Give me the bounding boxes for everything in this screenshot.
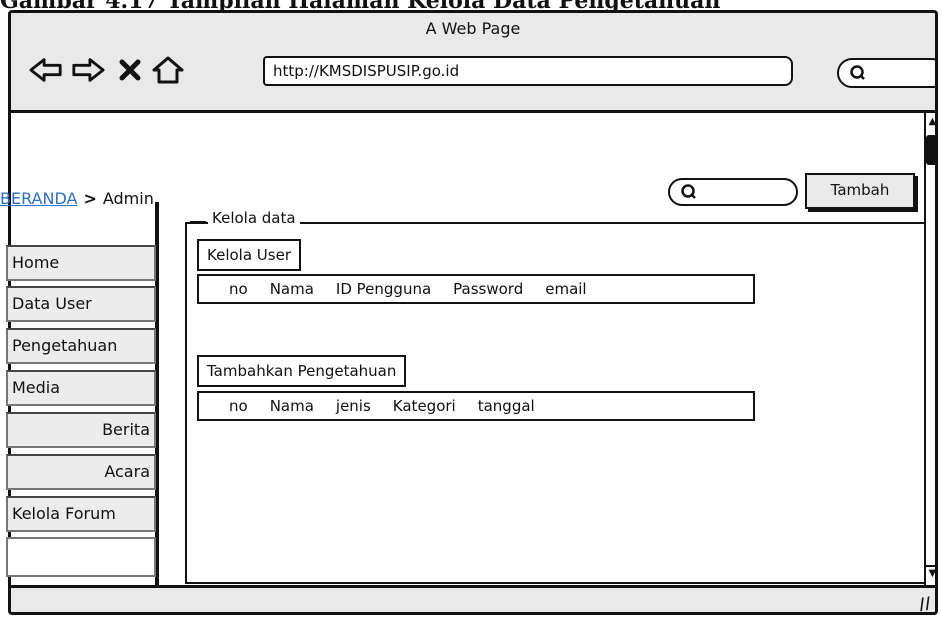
home-icon[interactable] (151, 53, 185, 87)
chevron-right-icon: > (83, 189, 97, 208)
group-title-kelola-user: Kelola User (197, 239, 301, 271)
browser-search-input[interactable] (837, 58, 935, 88)
sidebar-item-kelola-forum[interactable]: Kelola Forum (6, 496, 156, 532)
column-header: tanggal (477, 397, 535, 415)
resize-grip-icon[interactable]: // (918, 593, 933, 612)
pengetahuan-table-header: no Nama jenis Kategori tanggal (197, 391, 755, 421)
url-input[interactable]: http://KMSDISPUSIP.go.id (263, 56, 793, 86)
sidebar-item-pengetahuan[interactable]: Pengetahuan (6, 328, 156, 364)
column-header: no (229, 280, 248, 298)
breadcrumb-current: Admin (102, 189, 154, 208)
forward-arrow-icon[interactable] (71, 53, 105, 87)
sidebar-item-berita[interactable]: Berita (6, 412, 156, 448)
column-header: Password (453, 280, 524, 298)
search-icon (681, 184, 696, 199)
close-icon[interactable] (113, 53, 147, 87)
panel-legend: Kelola data (208, 209, 300, 227)
sidebar-empty-slot (6, 537, 156, 577)
sidebar-item-acara[interactable]: Acara (6, 454, 156, 490)
column-header: Nama (269, 280, 314, 298)
sidebar-item-home[interactable]: Home (6, 245, 156, 281)
scroll-down-icon[interactable]: ▼ (926, 565, 935, 581)
browser-titlebar: A Web Page http://KMSDISPUSIP.go.id (11, 13, 935, 113)
page-title: A Web Page (425, 19, 521, 38)
sidebar-item-data-user[interactable]: Data User (6, 286, 156, 322)
back-arrow-icon[interactable] (29, 53, 63, 87)
add-button[interactable]: Tambah (805, 173, 915, 209)
column-header: ID Pengguna (335, 280, 432, 298)
search-icon (850, 65, 865, 80)
breadcrumb: BERANDA > Admin (0, 189, 154, 208)
breadcrumb-home-link[interactable]: BERANDA (0, 189, 77, 208)
scroll-up-icon[interactable]: ▲ (926, 115, 935, 129)
sidebar-item-media[interactable]: Media (6, 370, 156, 406)
panel-legend-line (190, 221, 206, 223)
user-table-header: no Nama ID Pengguna Password email (197, 274, 755, 304)
column-header: Kategori (392, 397, 456, 415)
status-bar: // (11, 585, 935, 612)
column-header: jenis (335, 397, 371, 415)
column-header: Nama (269, 397, 314, 415)
page-search-input[interactable] (668, 178, 798, 206)
vertical-scrollbar[interactable]: ▲ ▼ (924, 113, 935, 585)
scroll-thumb[interactable] (926, 135, 935, 165)
column-header: no (229, 397, 248, 415)
column-header: email (545, 280, 587, 298)
group-title-tambahkan-pengetahuan: Tambahkan Pengetahuan (197, 355, 407, 387)
document-heading: Gambar 4.17 Tampilan Halaman Kelola Data… (0, 0, 721, 14)
